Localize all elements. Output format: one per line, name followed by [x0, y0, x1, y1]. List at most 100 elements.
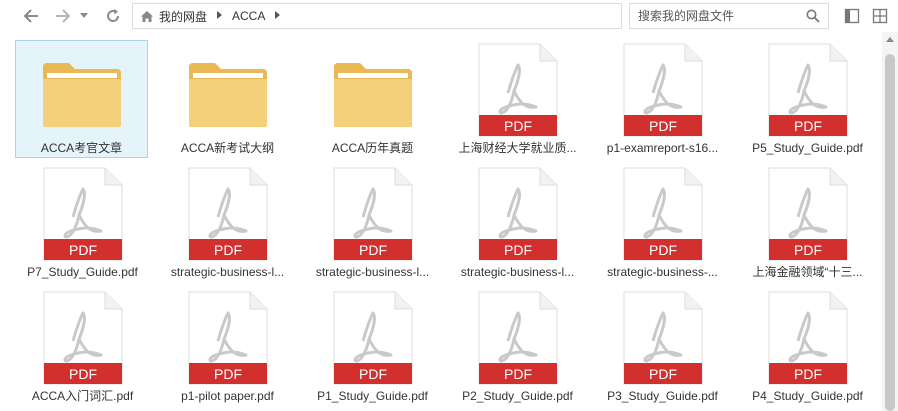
pdf-thumbnail: PDF: [741, 41, 874, 137]
svg-text:PDF: PDF: [359, 366, 387, 382]
file-name-label: p1-pilot paper.pdf: [181, 389, 274, 403]
file-name-label: P1_Study_Guide.pdf: [317, 389, 428, 403]
file-name-label: P3_Study_Guide.pdf: [607, 389, 718, 403]
folder-thumbnail: [161, 41, 294, 137]
preview-pane-icon: [844, 8, 860, 24]
pdf-thumbnail: PDF: [161, 289, 294, 385]
pdf-file-icon: PDF: [623, 291, 702, 385]
file-item[interactable]: PDF 上海金融领域“十三...: [741, 165, 874, 283]
vertical-scrollbar[interactable]: [882, 32, 898, 411]
breadcrumb-separator-icon[interactable]: [269, 11, 286, 21]
file-name-label: ACCA考官文章: [40, 141, 123, 155]
breadcrumb-separator-icon[interactable]: [211, 11, 228, 21]
pdf-file-icon: PDF: [188, 291, 267, 385]
pdf-thumbnail: PDF: [451, 41, 584, 137]
svg-text:PDF: PDF: [69, 366, 97, 382]
breadcrumb-acca[interactable]: ACCA: [228, 9, 269, 23]
file-name-label: P7_Study_Guide.pdf: [27, 265, 138, 279]
file-name-label: ACCA入门词汇.pdf: [31, 389, 134, 403]
file-item[interactable]: PDF strategic-business-l...: [451, 165, 584, 283]
file-item[interactable]: PDF 上海财经大学就业质...: [451, 41, 584, 159]
pdf-file-icon: PDF: [478, 167, 557, 261]
grid-view-icon: [872, 8, 888, 24]
file-item[interactable]: PDF P4_Study_Guide.pdf: [741, 289, 874, 407]
svg-text:PDF: PDF: [504, 242, 532, 258]
file-name-label: P2_Study_Guide.pdf: [462, 389, 573, 403]
preview-pane-button[interactable]: [844, 8, 860, 24]
home-icon[interactable]: [139, 8, 155, 24]
pdf-thumbnail: PDF: [16, 289, 149, 385]
pdf-file-icon: PDF: [333, 291, 412, 385]
back-button[interactable]: [20, 6, 42, 26]
file-item[interactable]: PDF P5_Study_Guide.pdf: [741, 41, 874, 159]
pdf-file-icon: PDF: [768, 167, 847, 261]
scroll-up-icon[interactable]: [886, 36, 894, 44]
forward-button[interactable]: [52, 6, 74, 26]
pdf-thumbnail: PDF: [741, 165, 874, 261]
pdf-file-icon: PDF: [623, 167, 702, 261]
svg-text:PDF: PDF: [794, 242, 822, 258]
file-name-label: 上海财经大学就业质...: [458, 141, 577, 155]
file-item[interactable]: PDF P7_Study_Guide.pdf: [16, 165, 149, 283]
toolbar: 我的网盘 ACCA: [0, 0, 898, 32]
svg-text:PDF: PDF: [649, 118, 677, 134]
file-item[interactable]: PDF P1_Study_Guide.pdf: [306, 289, 439, 407]
file-name-label: P4_Study_Guide.pdf: [752, 389, 863, 403]
svg-text:PDF: PDF: [649, 366, 677, 382]
pdf-file-icon: PDF: [623, 43, 702, 137]
refresh-button[interactable]: [102, 6, 124, 26]
svg-text:PDF: PDF: [69, 242, 97, 258]
file-name-label: P5_Study_Guide.pdf: [752, 141, 863, 155]
pdf-file-icon: PDF: [478, 43, 557, 137]
pdf-file-icon: PDF: [43, 167, 122, 261]
chevron-down-icon: [80, 13, 88, 18]
pdf-file-icon: PDF: [188, 167, 267, 261]
pdf-file-icon: PDF: [43, 291, 122, 385]
file-grid: ACCA考官文章 ACCA新考试大纲 ACCA历年真题 PDF 上海财经大学就业…: [0, 32, 882, 411]
pdf-thumbnail: PDF: [451, 289, 584, 385]
svg-text:PDF: PDF: [504, 118, 532, 134]
grid-view-button[interactable]: [872, 8, 888, 24]
svg-text:PDF: PDF: [214, 366, 242, 382]
refresh-icon: [107, 9, 120, 22]
pdf-thumbnail: PDF: [596, 165, 729, 261]
svg-text:PDF: PDF: [649, 242, 677, 258]
file-item[interactable]: PDF ACCA入门词汇.pdf: [16, 289, 149, 407]
file-name-label: ACCA新考试大纲: [180, 141, 275, 155]
folder-icon: [333, 63, 412, 127]
folder-thumbnail: [15, 41, 148, 137]
pdf-thumbnail: PDF: [306, 289, 439, 385]
search-icon[interactable]: [806, 9, 820, 23]
arrow-left-icon: [23, 9, 38, 23]
svg-text:PDF: PDF: [794, 118, 822, 134]
folder-icon: [42, 63, 121, 127]
file-name-label: strategic-business-l...: [460, 265, 575, 279]
svg-text:PDF: PDF: [794, 366, 822, 382]
svg-text:PDF: PDF: [214, 242, 242, 258]
pdf-file-icon: PDF: [768, 43, 847, 137]
pdf-thumbnail: PDF: [741, 289, 874, 385]
file-item[interactable]: PDF strategic-business-...: [596, 165, 729, 283]
folder-icon: [188, 63, 267, 127]
folder-item[interactable]: ACCA历年真题: [306, 41, 439, 159]
folder-item[interactable]: ACCA新考试大纲: [161, 41, 294, 159]
pdf-thumbnail: PDF: [596, 41, 729, 137]
file-item[interactable]: PDF strategic-business-l...: [161, 165, 294, 283]
breadcrumb-my-drive[interactable]: 我的网盘: [155, 8, 211, 25]
pdf-file-icon: PDF: [333, 167, 412, 261]
file-item[interactable]: PDF strategic-business-l...: [306, 165, 439, 283]
file-item[interactable]: PDF P2_Study_Guide.pdf: [451, 289, 584, 407]
file-item[interactable]: PDF p1-pilot paper.pdf: [161, 289, 294, 407]
history-dropdown-button[interactable]: [78, 6, 90, 26]
svg-text:PDF: PDF: [359, 242, 387, 258]
pdf-file-icon: PDF: [768, 291, 847, 385]
svg-text:PDF: PDF: [504, 366, 532, 382]
pdf-thumbnail: PDF: [306, 165, 439, 261]
file-name-label: 上海金融领域“十三...: [752, 265, 863, 279]
folder-item[interactable]: ACCA考官文章: [15, 40, 148, 158]
scrollbar-thumb[interactable]: [885, 54, 895, 411]
search-input[interactable]: [638, 9, 798, 23]
file-item[interactable]: PDF P3_Study_Guide.pdf: [596, 289, 729, 407]
address-bar[interactable]: 我的网盘 ACCA: [132, 3, 622, 29]
file-item[interactable]: PDF p1-examreport-s16...: [596, 41, 729, 159]
